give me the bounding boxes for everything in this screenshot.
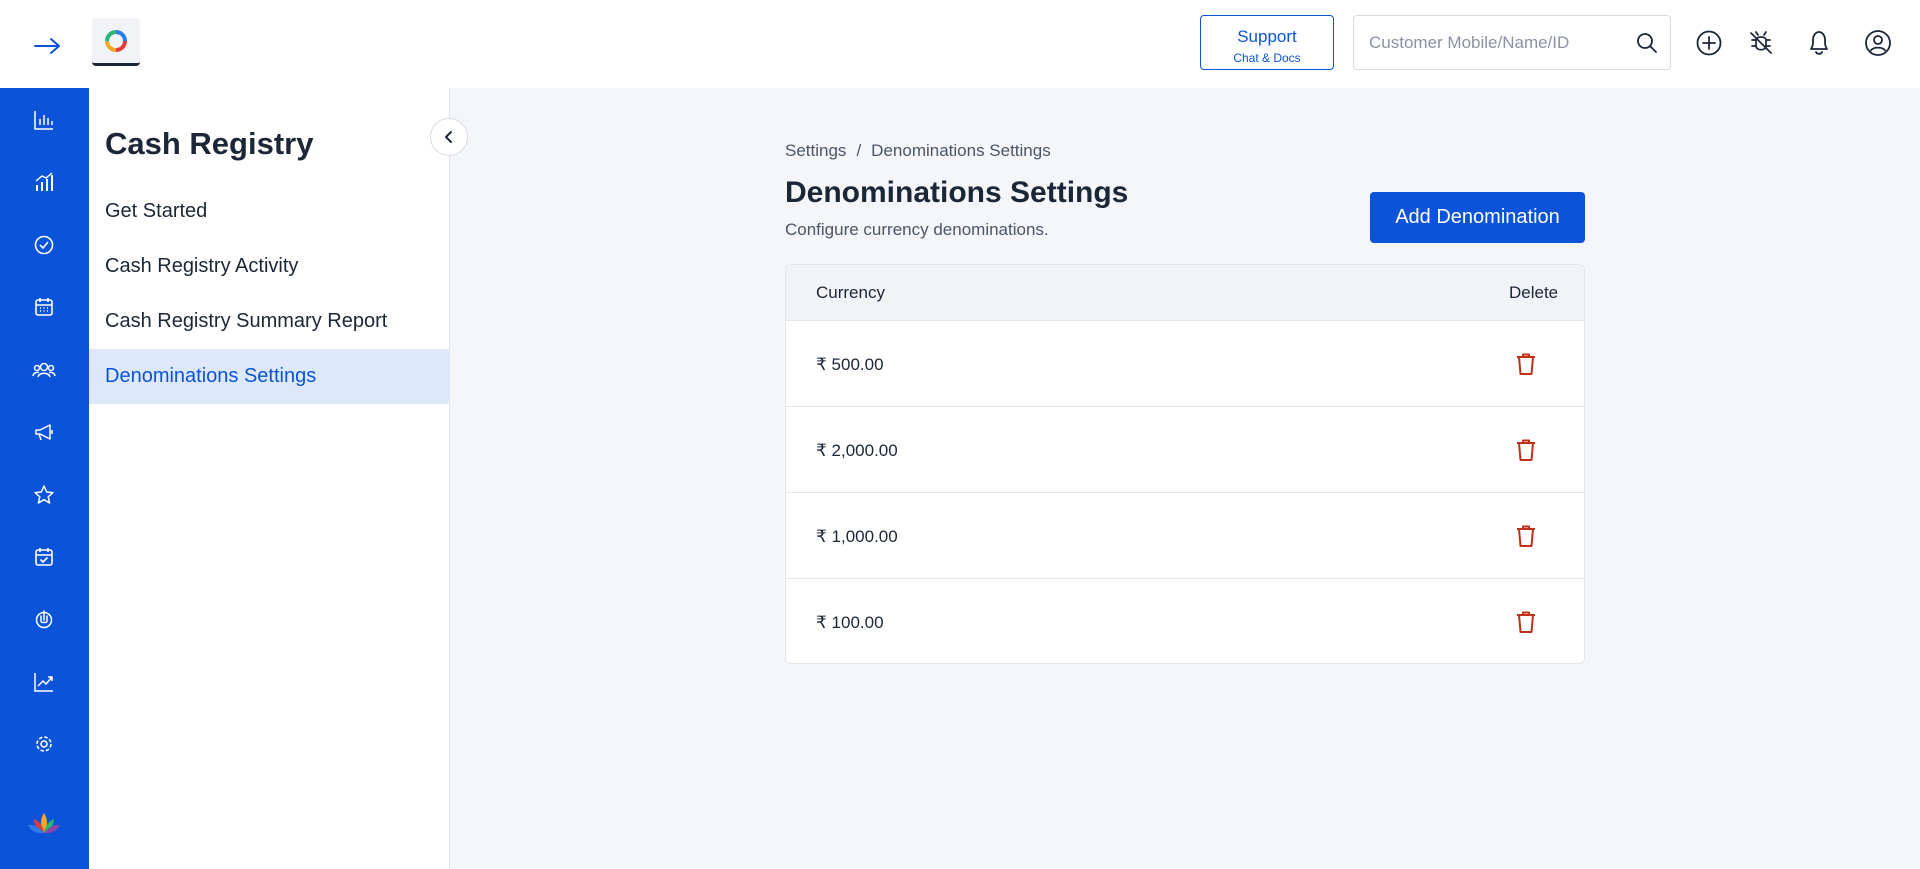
hand-icon[interactable] bbox=[24, 599, 64, 639]
sidebar-item-cash-registry-summary-report[interactable]: Cash Registry Summary Report bbox=[89, 294, 449, 349]
sidebar-item-get-started[interactable]: Get Started bbox=[89, 184, 449, 239]
table-header: Currency Delete bbox=[786, 265, 1584, 320]
delete-button[interactable] bbox=[1512, 608, 1540, 636]
trash-icon bbox=[1517, 353, 1535, 375]
customer-search-input[interactable] bbox=[1354, 16, 1624, 69]
delete-button[interactable] bbox=[1512, 350, 1540, 378]
currency-value: ₹ 500.00 bbox=[816, 355, 884, 374]
calendar-check-icon[interactable] bbox=[24, 537, 64, 577]
add-circle-icon[interactable] bbox=[1692, 26, 1726, 60]
customer-search bbox=[1353, 15, 1671, 70]
table-row: ₹ 100.00 bbox=[786, 578, 1584, 663]
sidebar-item-denominations-settings[interactable]: Denominations Settings bbox=[89, 349, 449, 404]
delete-button[interactable] bbox=[1512, 436, 1540, 464]
bug-off-icon[interactable] bbox=[1744, 26, 1778, 60]
support-button[interactable]: Support Chat & Docs bbox=[1200, 15, 1334, 70]
page-subtitle: Configure currency denominations. bbox=[785, 220, 1049, 239]
support-title: Support bbox=[1237, 26, 1297, 46]
customers-icon[interactable] bbox=[24, 350, 64, 390]
chevron-left-icon bbox=[445, 131, 452, 143]
analytics-icon[interactable] bbox=[24, 162, 64, 202]
table-row: ₹ 1,000.00 bbox=[786, 492, 1584, 578]
support-subtitle: Chat & Docs bbox=[1233, 50, 1301, 65]
check-circle-icon[interactable] bbox=[24, 225, 64, 265]
trend-icon[interactable] bbox=[24, 662, 64, 702]
table-row: ₹ 2,000.00 bbox=[786, 406, 1584, 492]
currency-value: ₹ 2,000.00 bbox=[816, 441, 898, 460]
currency-value: ₹ 100.00 bbox=[816, 613, 884, 632]
lotus-logo-icon bbox=[22, 804, 66, 844]
expand-menu-button[interactable] bbox=[28, 26, 68, 66]
trash-icon bbox=[1517, 525, 1535, 547]
breadcrumb-current: Denominations Settings bbox=[871, 141, 1051, 160]
gear-icon[interactable] bbox=[24, 724, 64, 764]
search-icon[interactable] bbox=[1634, 30, 1660, 56]
column-header-delete: Delete bbox=[1509, 283, 1559, 302]
add-denomination-button[interactable]: Add Denomination bbox=[1370, 192, 1585, 243]
section-title: Cash Registry bbox=[105, 126, 314, 161]
user-avatar-icon[interactable] bbox=[1861, 26, 1895, 60]
denominations-table: Currency Delete ₹ 500.00 ₹ 2,000.00 ₹ 1,… bbox=[785, 264, 1585, 664]
sidebar-item-cash-registry-activity[interactable]: Cash Registry Activity bbox=[89, 239, 449, 294]
page-title: Denominations Settings bbox=[785, 176, 1129, 209]
bar-chart-icon[interactable] bbox=[24, 100, 64, 140]
secondary-sidebar: Cash Registry Get Started Cash Registry … bbox=[89, 88, 468, 869]
trash-icon bbox=[1517, 439, 1535, 461]
collapse-sidebar-button[interactable] bbox=[430, 118, 468, 156]
currency-value: ₹ 1,000.00 bbox=[816, 527, 898, 546]
column-header-currency: Currency bbox=[816, 283, 885, 302]
table-row: ₹ 500.00 bbox=[786, 320, 1584, 406]
breadcrumb-separator: / bbox=[856, 141, 862, 160]
delete-button[interactable] bbox=[1512, 522, 1540, 550]
bell-icon[interactable] bbox=[1802, 26, 1836, 60]
calendar-icon[interactable] bbox=[24, 287, 64, 327]
top-bar: Support Chat & Docs bbox=[0, 0, 1920, 88]
megaphone-icon[interactable] bbox=[24, 412, 64, 452]
logo-ring-icon bbox=[105, 29, 127, 52]
breadcrumb-settings-link[interactable]: Settings bbox=[785, 141, 846, 161]
main-nav-rail bbox=[0, 88, 89, 869]
breadcrumb: Settings / Denominations Settings bbox=[785, 141, 1051, 161]
star-icon[interactable] bbox=[24, 475, 64, 515]
trash-icon bbox=[1517, 611, 1535, 633]
brand-logo[interactable] bbox=[92, 18, 140, 66]
arrow-right-icon bbox=[34, 38, 60, 54]
